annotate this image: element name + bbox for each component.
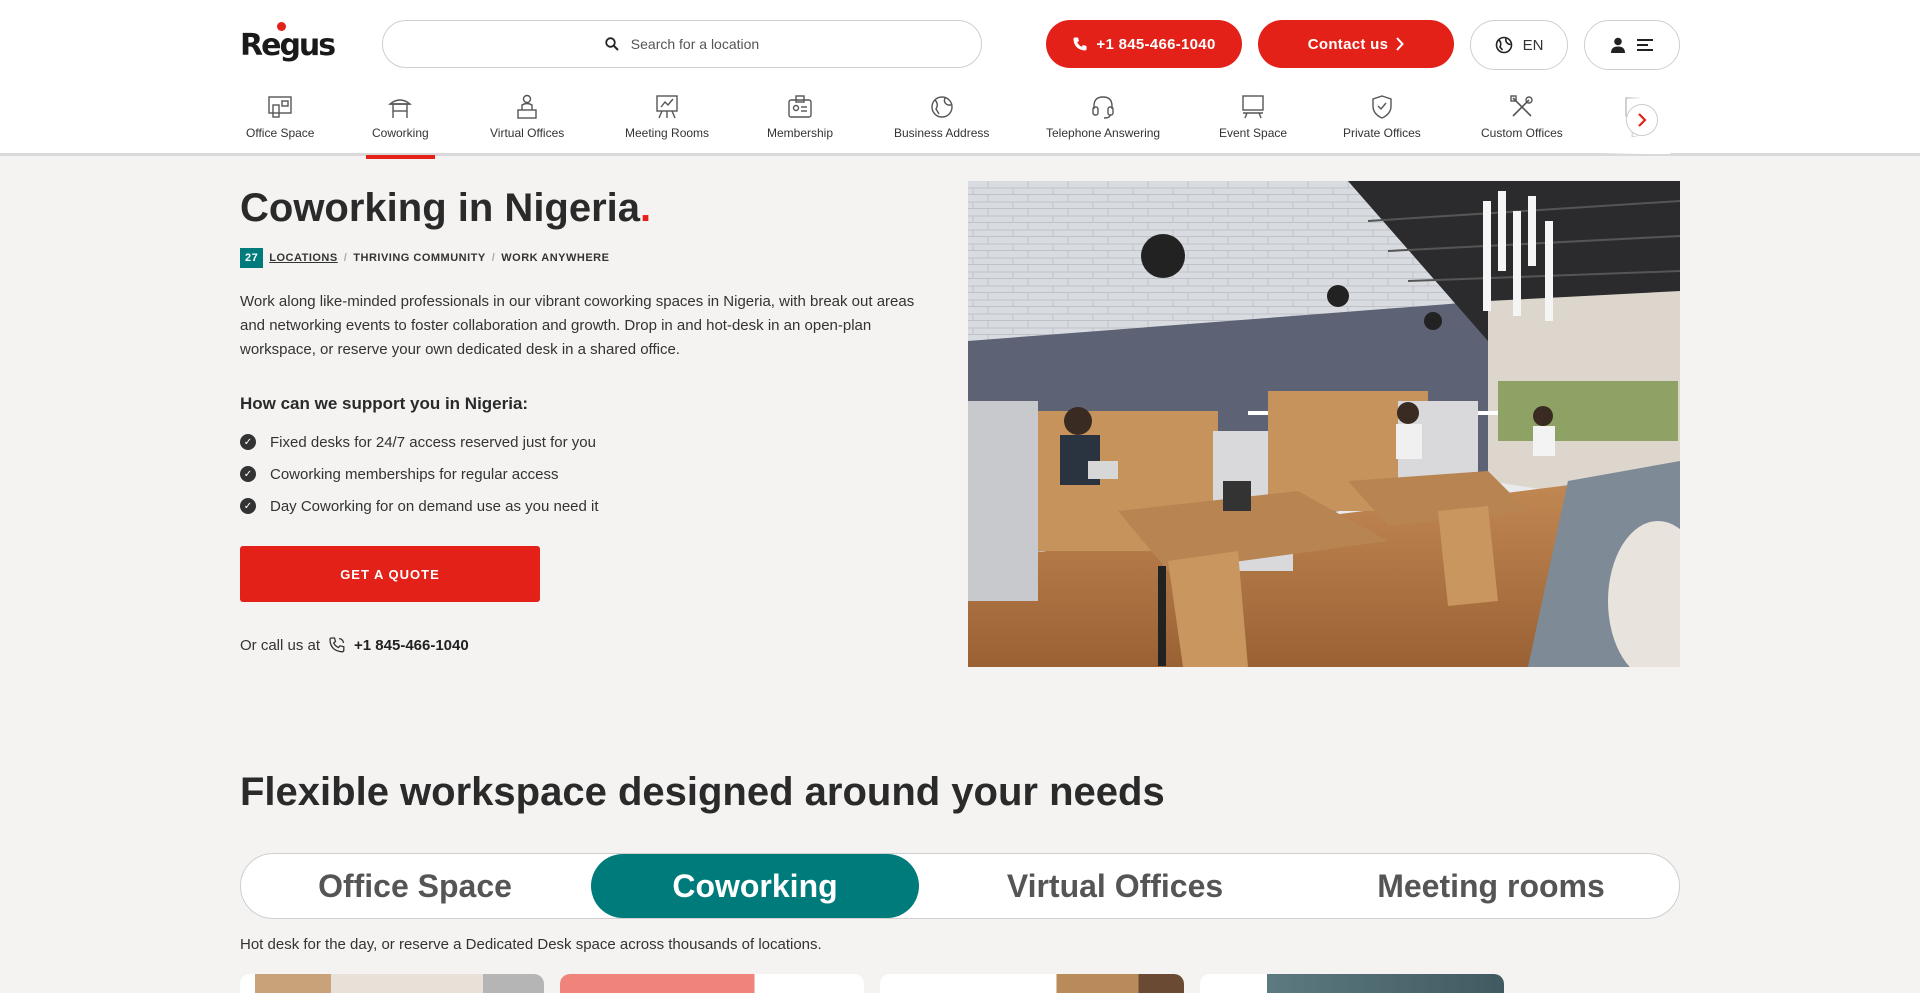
phone-icon <box>1073 37 1087 51</box>
support-list: ✓ Fixed desks for 24/7 access reserved ju… <box>240 426 599 522</box>
contact-button[interactable]: Contact us <box>1258 20 1454 68</box>
site-header: Regus Search for a location +1 845-466-1… <box>0 0 1920 159</box>
nav-label: Office Space <box>246 126 315 140</box>
coworking-icon <box>388 99 413 118</box>
language-selector[interactable]: EN <box>1470 20 1568 70</box>
nav-label: Virtual Offices <box>490 126 565 140</box>
list-item: ✓ Fixed desks for 24/7 access reserved ju… <box>240 426 599 458</box>
chevron-right-icon <box>1638 113 1647 127</box>
contact-label: Contact us <box>1307 35 1389 53</box>
phone-icon <box>329 637 345 653</box>
nav-item-office-space[interactable]: Office Space <box>246 94 314 156</box>
menu-icon <box>1637 39 1653 51</box>
section-title: Flexible workspace designed around your … <box>240 770 1165 814</box>
chevron-right-icon <box>1396 37 1405 51</box>
intro-text: Work along like-minded professionals in … <box>240 293 915 358</box>
nav-label: Private Offices <box>1343 126 1421 140</box>
tag-anywhere: WORK ANYWHERE <box>501 252 610 264</box>
check-icon: ✓ <box>240 434 256 450</box>
nav-label: Business Address <box>894 126 990 140</box>
check-icon: ✓ <box>240 498 256 514</box>
title-dot: . <box>640 186 652 230</box>
search-input[interactable]: Search for a location <box>382 20 982 68</box>
nav-item-coworking[interactable]: Coworking <box>366 94 435 159</box>
nav-item-meeting-rooms[interactable]: Meeting Rooms <box>625 94 709 156</box>
call-us-line: Or call us at +1 845-466-1040 <box>240 636 469 654</box>
product-card[interactable] <box>1200 974 1504 993</box>
list-item: ✓ Day Coworking for on demand use as you … <box>240 490 599 522</box>
office-icon <box>268 96 292 118</box>
nav-item-telephone-answering[interactable]: Telephone Answering <box>1046 94 1160 156</box>
nav-label: Coworking <box>372 126 429 140</box>
photo-illustration <box>968 181 1680 667</box>
check-icon: ✓ <box>240 466 256 482</box>
regus-logo[interactable]: Regus <box>240 22 336 64</box>
user-icon <box>1611 37 1625 53</box>
locations-count-badge: 27 <box>240 248 264 268</box>
logo-dot <box>277 22 286 31</box>
list-item: ✓ Coworking memberships for regular acces… <box>240 458 599 490</box>
product-card[interactable] <box>880 974 1184 993</box>
nav-label: Event Space <box>1219 126 1288 140</box>
language-label: EN <box>1522 36 1544 54</box>
call-number-link[interactable]: +1 845-466-1040 <box>354 637 469 654</box>
tools-icon <box>1510 95 1533 117</box>
meeting-room-icon <box>656 95 678 119</box>
page-title: Coworking in Nigeria. <box>240 186 652 230</box>
search-icon <box>605 37 619 51</box>
location-tags: 27 LOCATIONS / THRIVING COMMUNITY / WORK… <box>240 248 609 268</box>
phone-label: +1 845-466-1040 <box>1096 35 1216 53</box>
globe-icon <box>1495 36 1512 54</box>
event-icon <box>1242 95 1264 119</box>
call-prefix: Or call us at <box>240 636 321 654</box>
nav-item-business-address[interactable]: Business Address <box>894 94 989 156</box>
tab-office-space[interactable]: Office Space <box>241 854 589 918</box>
tab-meeting-rooms[interactable]: Meeting rooms <box>1301 854 1681 918</box>
membership-icon <box>788 95 812 118</box>
search-placeholder: Search for a location <box>630 36 760 52</box>
tab-virtual-offices[interactable]: Virtual Offices <box>941 854 1289 918</box>
shield-icon <box>1372 95 1392 119</box>
account-menu-button[interactable] <box>1584 20 1680 70</box>
nav-label: Membership <box>767 126 834 140</box>
globe-icon <box>930 96 953 118</box>
logo-text: Regus <box>240 28 336 63</box>
service-nav: Office Space Coworking Virtual Offices M… <box>240 94 1660 159</box>
product-card[interactable] <box>240 974 544 993</box>
tag-separator: / <box>343 252 348 264</box>
nav-item-membership[interactable]: Membership <box>767 94 833 156</box>
locations-link[interactable]: LOCATIONS <box>269 252 337 264</box>
nav-label: Meeting Rooms <box>625 126 710 140</box>
nav-label: Custom Offices <box>1481 126 1563 140</box>
workspace-tabs: Office Space Coworking Virtual Offices M… <box>240 853 1680 919</box>
tag-separator: / <box>491 252 496 264</box>
get-quote-button[interactable]: GET A QUOTE <box>240 546 540 602</box>
nav-label: Telephone Answering <box>1046 126 1161 140</box>
tab-coworking[interactable]: Coworking <box>591 854 919 918</box>
tab-description: Hot desk for the day, or reserve a Dedic… <box>240 936 822 953</box>
headset-icon <box>1092 96 1114 119</box>
coworking-space-photo <box>968 181 1680 667</box>
phone-button[interactable]: +1 845-466-1040 <box>1046 20 1242 68</box>
nav-item-private-offices[interactable]: Private Offices <box>1343 94 1421 156</box>
support-heading: How can we support you in Nigeria: <box>240 394 529 413</box>
nav-scroll-next-button[interactable] <box>1626 104 1658 136</box>
nav-item-virtual-offices[interactable]: Virtual Offices <box>490 94 564 156</box>
nav-item-custom-offices[interactable]: Custom Offices <box>1481 94 1563 156</box>
virtual-office-icon <box>517 94 537 119</box>
product-card[interactable] <box>560 974 864 993</box>
nav-item-event-space[interactable]: Event Space <box>1219 94 1287 156</box>
tag-community: THRIVING COMMUNITY <box>353 252 486 264</box>
